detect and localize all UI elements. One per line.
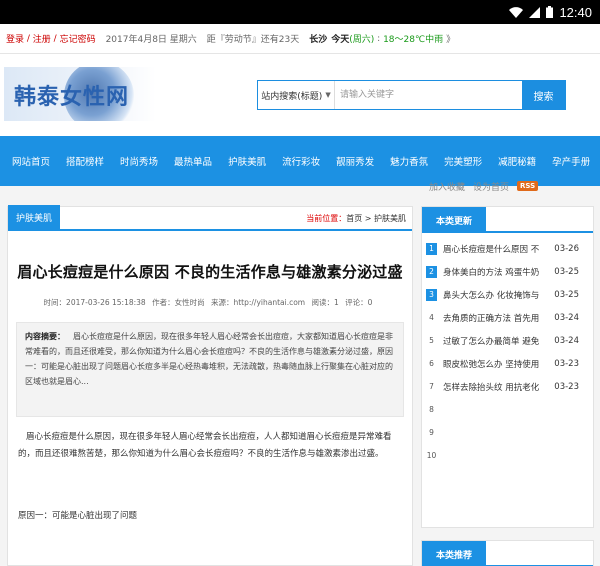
list-item-date: 03-25	[554, 289, 579, 300]
weather-today-label: 今天	[331, 35, 350, 45]
tab-category[interactable]: 护肤美肌	[8, 205, 60, 229]
breadcrumb-section[interactable]: 护肤美肌	[374, 214, 406, 223]
list-item[interactable]: 5 过敏了怎么办最简单 避免 03-24	[426, 329, 589, 352]
forgot-password-link[interactable]: 忘记密码	[60, 32, 96, 45]
list-item[interactable]: 2 身体美白的方法 鸡蛋牛奶 03-25	[426, 260, 589, 283]
add-favorite-link[interactable]: 加入收藏	[429, 180, 465, 193]
breadcrumb-separator: >	[362, 214, 374, 223]
list-item[interactable]: 3 鼻头大怎么办 化妆掩饰与 03-25	[426, 283, 589, 306]
site-header: 韩泰女性网 站内搜索(标题) ▼ 搜索	[0, 54, 600, 136]
meta-source[interactable]: 来源：http://yihantai.com	[211, 298, 305, 307]
nav-item-skincare[interactable]: 护肤美肌	[220, 154, 274, 168]
register-link[interactable]: 注册	[33, 32, 51, 45]
list-item[interactable]: 1 眉心长痘痘是什么原因 不 03-26	[426, 237, 589, 260]
breadcrumb: 当前位置：首页 > 护肤美肌	[306, 213, 412, 224]
list-item-date: 03-23	[554, 381, 579, 392]
rank-badge: 8	[429, 405, 434, 414]
nav-item-hot-items[interactable]: 最热单品	[166, 154, 220, 168]
meta-reads: 阅读：1	[311, 298, 339, 307]
list-item[interactable]: 6 眼皮松弛怎么办 坚持使用 03-23	[426, 352, 589, 375]
article-meta: 时间：2017-03-26 15:18:38 作者：女性时尚 来源：http:/…	[8, 297, 412, 308]
list-item-date: 03-24	[554, 312, 579, 323]
recommend-box: 本类推荐	[421, 540, 594, 566]
rank-badge: 9	[429, 428, 434, 437]
article-paragraph: 原因一：可能是心脏出现了问题	[18, 511, 138, 521]
search-input[interactable]	[335, 81, 522, 109]
search-scope-select[interactable]: 站内搜索(标题) ▼	[258, 81, 335, 109]
rank-badge: 10	[426, 451, 437, 460]
main-content: 护肤美肌 当前位置：首页 > 护肤美肌 眉心长痘痘是什么原因 不良的生活作息与雄…	[0, 200, 600, 566]
latest-list: 1 眉心长痘痘是什么原因 不 03-26 2 身体美白的方法 鸡蛋牛奶 03-25 3鼻…	[422, 233, 593, 467]
search-bar: 站内搜索(标题) ▼ 搜索	[257, 80, 566, 110]
latest-box: 本类更新 1 眉心长痘痘是什么原因 不 03-26 2 身体美白的方法 鸡蛋牛奶 03-…	[421, 206, 594, 528]
rank-badge: 2	[426, 265, 437, 278]
recommend-box-title: 本类推荐	[422, 541, 486, 566]
list-item: 10	[426, 444, 589, 467]
list-item-title[interactable]: 鼻头大怎么办 化妆掩饰与	[443, 289, 539, 301]
separator: /	[24, 33, 33, 44]
list-item-title[interactable]: 身体美白的方法 鸡蛋牛奶	[443, 266, 539, 278]
rank-badge: 1	[426, 242, 437, 255]
list-item-date: 03-25	[554, 266, 579, 277]
list-item-date: 03-23	[554, 358, 579, 369]
rank-badge: 7	[429, 382, 434, 391]
summary-label: 内容摘要：	[25, 332, 65, 341]
rank-badge: 5	[429, 336, 434, 345]
set-homepage-link[interactable]: 设为首页	[473, 180, 509, 193]
site-logo[interactable]: 韩泰女性网	[4, 67, 156, 121]
list-item-title[interactable]: 怎样去除抬头纹 用抗老化	[443, 381, 539, 393]
latest-box-title: 本类更新	[422, 207, 486, 233]
meta-time: 时间：2017-03-26 15:18:38	[43, 298, 146, 307]
login-link[interactable]: 登录	[6, 32, 24, 45]
list-item-title[interactable]: 眉心长痘痘是什么原因 不	[443, 243, 539, 255]
chevron-down-icon: ▼	[325, 91, 331, 99]
sidebar: 本类更新 1 眉心长痘痘是什么原因 不 03-26 2 身体美白的方法 鸡蛋牛奶 03-…	[421, 206, 594, 566]
nav-item-home[interactable]: 网站首页	[4, 154, 58, 168]
list-item: 9	[426, 421, 589, 444]
meta-comments: 评论：0	[345, 298, 373, 307]
top-info-bar: 登录 / 注册 / 忘记密码 2017年4月8日 星期六 距『劳动节』还有23天…	[0, 24, 600, 193]
list-item: 8	[426, 398, 589, 421]
recommend-box-header: 本类推荐	[422, 541, 593, 566]
breadcrumb-label: 当前位置：	[306, 214, 347, 223]
search-scope-label: 站内搜索(标题)	[261, 91, 323, 102]
rank-badge: 3	[426, 288, 437, 301]
nav-item-hair[interactable]: 靓丽秀发	[328, 154, 382, 168]
article-summary: 内容摘要： 眉心长痘痘是什么原因，现在很多年轻人眉心经常会长出痘痘，大家都知道眉心…	[16, 322, 404, 417]
summary-text: 眉心长痘痘是什么原因，现在很多年轻人眉心经常会长出痘痘，大家都知道眉心长痘痘是非…	[25, 332, 393, 386]
breadcrumb-home[interactable]: 首页	[346, 214, 362, 223]
list-item[interactable]: 7 怎样去除抬头纹 用抗老化 03-23	[426, 375, 589, 398]
article-paragraph: 眉心长痘痘是什么原因，现在很多年轻人眉心经常会长出痘痘，人人都知道眉心长痘痘是异…	[18, 432, 392, 459]
article-title: 眉心长痘痘是什么原因 不良的生活作息与雄激素分泌过盛	[17, 263, 403, 281]
list-item-date: 03-24	[554, 335, 579, 346]
current-date: 2017年4月8日 星期六	[105, 35, 197, 45]
holiday-countdown: 距『劳动节』还有23天	[206, 35, 300, 45]
rank-badge: 4	[429, 313, 434, 322]
nav-item-fashion-show[interactable]: 时尚秀场	[112, 154, 166, 168]
weather-city: 长沙	[309, 35, 328, 45]
separator: /	[50, 33, 60, 44]
article-tabbar: 护肤美肌 当前位置：首页 > 护肤美肌	[8, 205, 412, 231]
list-item-title[interactable]: 过敏了怎么办最简单 避免	[443, 335, 539, 347]
list-item-title[interactable]: 眼皮松弛怎么办 坚持使用	[443, 358, 539, 370]
logo-text: 韩泰女性网	[14, 84, 130, 110]
search-button[interactable]: 搜索	[522, 81, 565, 109]
list-item-title[interactable]: 去角质的正确方法 首先用	[443, 312, 539, 324]
weather-separator: :	[374, 33, 384, 44]
nav-item-outfit[interactable]: 搭配榜样	[58, 154, 112, 168]
list-item-date: 03-26	[554, 243, 579, 254]
nav-item-makeup[interactable]: 流行彩妆	[274, 154, 328, 168]
meta-author: 作者：女性时尚	[152, 298, 205, 307]
article-panel: 护肤美肌 当前位置：首页 > 护肤美肌 眉心长痘痘是什么原因 不良的生活作息与雄…	[7, 205, 413, 566]
rss-icon[interactable]: RSS	[517, 181, 539, 191]
rank-badge: 6	[429, 359, 434, 368]
list-item[interactable]: 4 去角质的正确方法 首先用 03-24	[426, 306, 589, 329]
weather-weekday: (周六)	[349, 35, 375, 45]
latest-box-header: 本类更新	[422, 207, 593, 233]
